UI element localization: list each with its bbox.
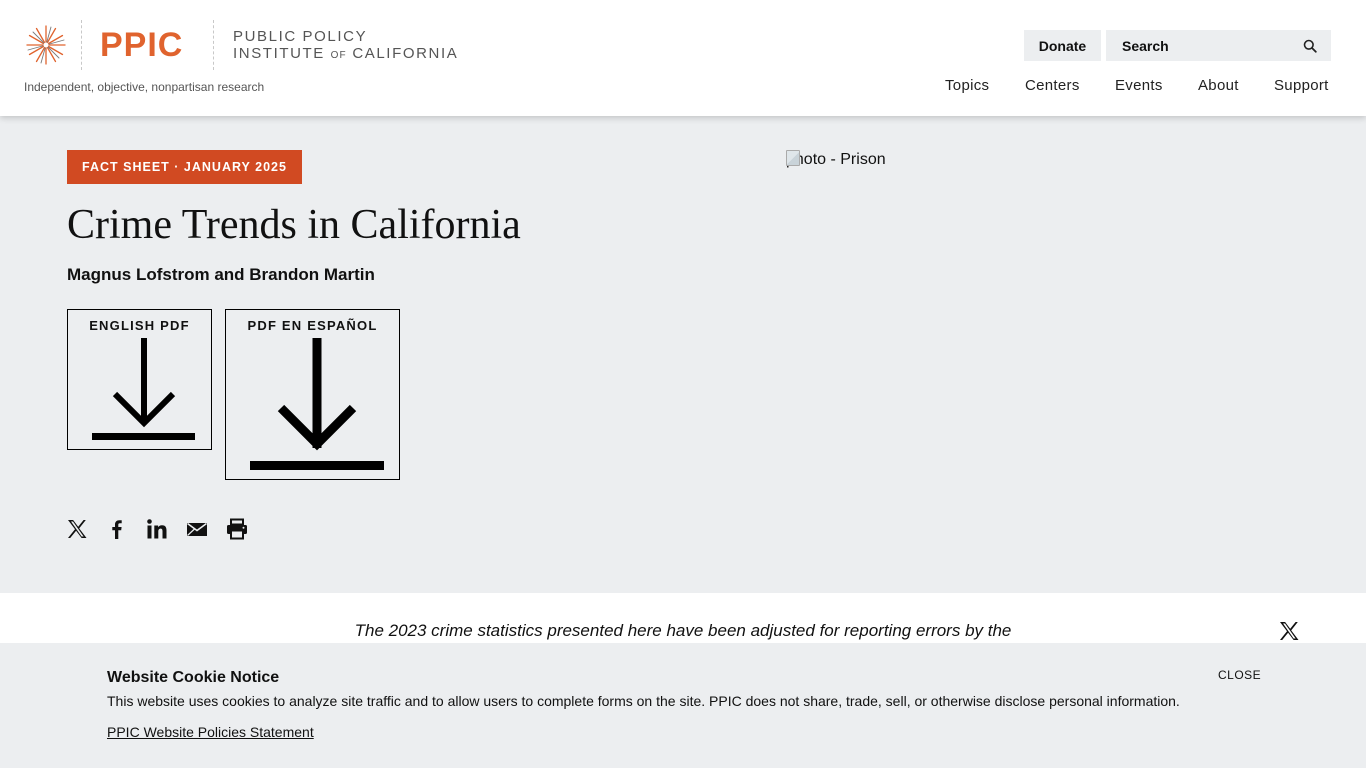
broken-image-icon [786, 150, 800, 166]
cookie-title: Website Cookie Notice [107, 669, 280, 686]
publication-type-badge: FACT SHEET · JANUARY 2025 [67, 150, 302, 184]
print-icon[interactable] [226, 518, 248, 540]
email-icon[interactable] [186, 518, 208, 540]
policies-link[interactable]: PPIC Website Policies Statement [107, 724, 314, 740]
close-icon[interactable] [1278, 620, 1300, 642]
spanish-pdf-button[interactable]: PDF EN ESPAÑOL [225, 309, 400, 480]
facebook-icon[interactable] [106, 518, 128, 540]
authors: Magnus Lofstrom and Brandon Martin [67, 265, 375, 284]
institute-name-line1: PUBLIC POLICY [233, 28, 368, 45]
search-box [1106, 30, 1331, 61]
x-icon[interactable] [66, 518, 88, 540]
nav-events[interactable]: Events [1115, 77, 1163, 94]
institute-name-of: OF [330, 50, 347, 61]
cookie-close-button[interactable]: CLOSE [1218, 668, 1261, 682]
nav-topics[interactable]: Topics [945, 77, 989, 94]
search-input[interactable] [1106, 30, 1302, 61]
donate-button[interactable]: Donate [1024, 30, 1101, 61]
search-icon[interactable] [1303, 39, 1317, 53]
nav-about[interactable]: About [1198, 77, 1239, 94]
institute-name-part: CALIFORNIA [346, 45, 459, 62]
nav-support[interactable]: Support [1274, 77, 1329, 94]
tagline: Independent, objective, nonpartisan rese… [24, 80, 265, 94]
ppic-wordmark[interactable]: PPIC [100, 27, 183, 63]
institute-name[interactable]: PUBLIC POLICY INSTITUTE OF CALIFORNIA [233, 28, 458, 64]
ppic-starburst-logo-icon[interactable] [26, 25, 66, 65]
site-header: PPIC PUBLIC POLICY INSTITUTE OF CALIFORN… [0, 0, 1366, 116]
linkedin-icon[interactable] [146, 518, 168, 540]
page-title: Crime Trends in California [67, 202, 521, 248]
notice-text: The 2023 crime statistics presented here… [354, 621, 1012, 640]
english-pdf-button[interactable]: ENGLISH PDF [67, 309, 212, 450]
download-icon [92, 338, 195, 440]
hero-image: photo - Prison [786, 150, 886, 169]
nav-centers[interactable]: Centers [1025, 77, 1080, 94]
institute-name-part: INSTITUTE [233, 45, 331, 62]
logo-divider [213, 20, 214, 70]
hero-image-alt: photo - Prison [786, 151, 886, 168]
cookie-body: This website uses cookies to analyze sit… [107, 693, 1180, 709]
logo-divider [81, 20, 82, 70]
institute-name-line2: INSTITUTE OF CALIFORNIA [233, 45, 458, 64]
download-icon [250, 338, 384, 470]
